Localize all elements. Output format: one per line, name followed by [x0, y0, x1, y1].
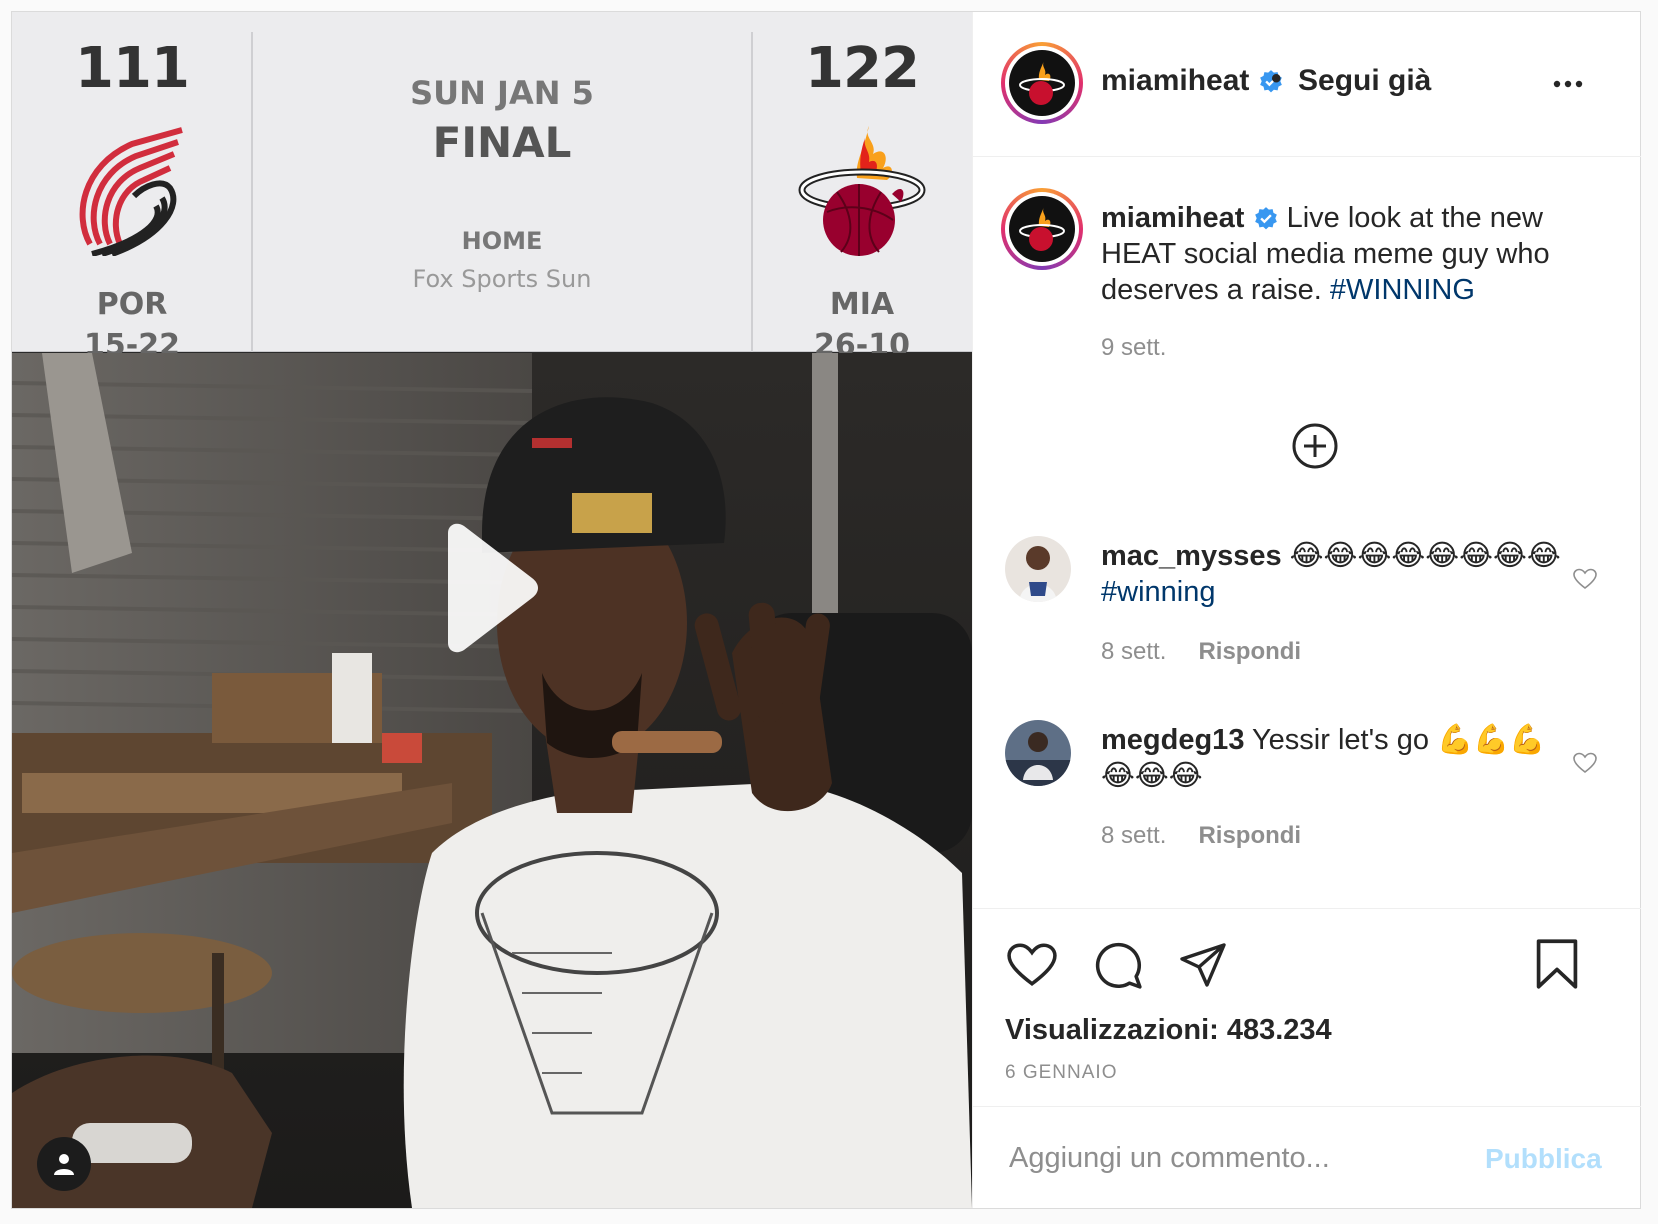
load-more-comments-button[interactable] — [1291, 422, 1339, 475]
caption-hashtag[interactable]: #WINNING — [1330, 274, 1475, 306]
commenter-avatar[interactable] — [1005, 720, 1071, 786]
author-username-text: miamiheat — [1101, 64, 1250, 97]
share-button[interactable] — [1179, 942, 1227, 993]
home-team-column: 122 MIA 26-10 — [752, 12, 972, 363]
comment-button[interactable] — [1093, 940, 1143, 995]
caption: miamiheat Live look at the new HEAT soci… — [1101, 200, 1571, 366]
more-options-button[interactable] — [1553, 76, 1583, 94]
game-status: FINAL — [432, 118, 572, 167]
away-team-column: 111 POR 15-22 — [12, 12, 252, 363]
commenter-avatar[interactable] — [1005, 536, 1071, 602]
comment-bubble-icon — [1095, 942, 1142, 989]
more-icon — [1553, 80, 1583, 88]
user-icon — [54, 1154, 74, 1175]
post-media: 111 POR 15-22 SUN JAN 5 FINAL HOME Fox S… — [12, 12, 972, 1208]
following-button[interactable]: Segui già — [1298, 64, 1431, 98]
home-score: 122 — [805, 36, 920, 101]
post-date[interactable]: 6 GENNAIO — [1005, 1062, 1117, 1084]
bookmark-icon — [1536, 939, 1578, 989]
verified-badge-icon — [1254, 207, 1277, 230]
heat-logo — [752, 111, 972, 271]
caption-time: 9 sett. — [1101, 334, 1167, 361]
video-frame[interactable] — [12, 353, 972, 1208]
home-team-abbr: MIA — [829, 287, 895, 322]
heart-icon — [1573, 568, 1597, 590]
instagram-post: 111 POR 15-22 SUN JAN 5 FINAL HOME Fox S… — [11, 11, 1641, 1209]
caption-author-avatar[interactable] — [1001, 188, 1083, 270]
heart-icon — [1573, 752, 1597, 774]
comment-username[interactable]: mac_mysses — [1101, 540, 1282, 572]
comment: megdeg13 Yessir let's go 💪💪💪😂😂😂 8 sett. … — [1101, 722, 1571, 854]
broadcast-label: HOME — [461, 227, 543, 255]
comment-text: 😂😂😂😂😂😂😂😂 — [1289, 540, 1561, 572]
heat-logo-icon — [1019, 61, 1065, 105]
author-username[interactable]: miamiheat — [1101, 64, 1284, 98]
comment-like-button[interactable] — [1573, 568, 1597, 595]
game-info-column: SUN JAN 5 FINAL HOME Fox Sports Sun — [252, 12, 752, 352]
scoreboard: 111 POR 15-22 SUN JAN 5 FINAL HOME Fox S… — [12, 12, 972, 363]
header-separator: • — [1271, 62, 1282, 95]
tagged-users-button[interactable] — [37, 1137, 91, 1191]
play-button[interactable] — [440, 523, 540, 658]
comment-time: 8 sett. — [1101, 638, 1167, 665]
comment-input[interactable] — [1009, 1137, 1479, 1179]
heart-icon — [1007, 943, 1057, 986]
comment-hashtag[interactable]: #winning — [1101, 576, 1215, 608]
view-count[interactable]: Visualizzazioni: 483.234 — [1005, 1014, 1332, 1047]
comment-time: 8 sett. — [1101, 822, 1167, 849]
away-team-abbr: POR — [96, 287, 168, 322]
publish-button[interactable]: Pubblica — [1485, 1143, 1602, 1175]
paper-plane-icon — [1180, 943, 1226, 987]
plus-circle-icon — [1292, 423, 1338, 469]
save-button[interactable] — [1535, 938, 1579, 995]
like-button[interactable] — [1007, 942, 1057, 993]
reply-button[interactable]: Rispondi — [1198, 822, 1301, 849]
add-comment-form: Pubblica — [973, 1106, 1641, 1208]
trail-blazers-logo — [12, 111, 252, 271]
author-avatar[interactable] — [1001, 42, 1083, 124]
away-score: 111 — [75, 36, 190, 101]
comment-username[interactable]: megdeg13 — [1101, 724, 1244, 756]
heat-logo-icon — [1019, 207, 1065, 251]
comment-like-button[interactable] — [1573, 752, 1597, 779]
post-side-panel: miamiheat • Segui già miamiheat Live loo… — [972, 12, 1641, 1208]
caption-username[interactable]: miamiheat — [1101, 202, 1244, 234]
game-date: SUN JAN 5 — [410, 74, 594, 112]
broadcast-network: Fox Sports Sun — [412, 265, 592, 293]
post-header: miamiheat • Segui già — [973, 12, 1641, 157]
comment: mac_mysses 😂😂😂😂😂😂😂😂 #winning 8 sett. Ris… — [1101, 538, 1571, 670]
reply-button[interactable]: Rispondi — [1198, 638, 1301, 665]
